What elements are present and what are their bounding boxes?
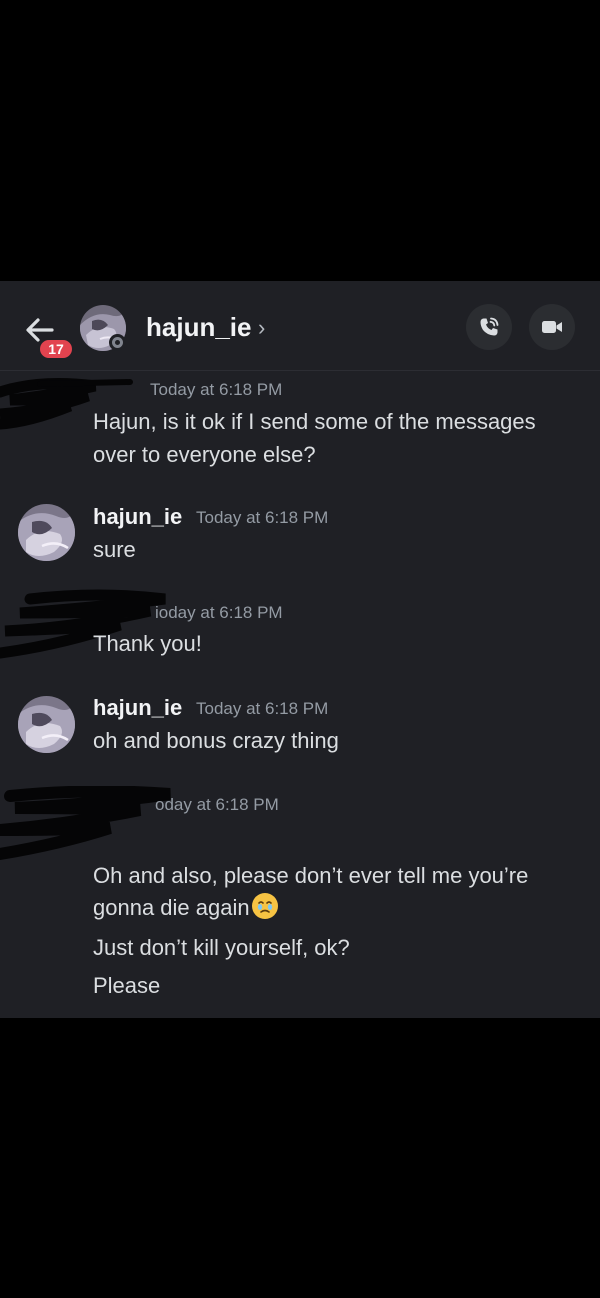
message-timestamp: Today at 6:18 PM	[196, 508, 329, 527]
message-text: oh and bonus crazy thing	[93, 728, 339, 753]
message-text: over to everyone else?	[93, 442, 316, 467]
message-timestamp: ioday at 6:18 PM	[155, 603, 283, 622]
message-author[interactable]: hajun_ie	[93, 504, 182, 530]
message-text: Please	[93, 973, 161, 998]
unread-badge: 17	[38, 338, 74, 360]
chat-screen: 17 hajun_ie › Today at 6:18 PM Hajun, is…	[0, 281, 600, 1018]
message-text: gonna die again	[93, 895, 250, 920]
message-text: Thank you!	[93, 631, 202, 656]
message-text: Just don’t kill yourself, ok?	[93, 935, 350, 960]
video-camera-icon	[542, 321, 562, 333]
video-call-button[interactable]	[529, 304, 575, 350]
chat-header: 17 hajun_ie ›	[0, 281, 600, 371]
message-timestamp: Today at 6:18 PM	[150, 380, 283, 399]
status-indicator	[109, 334, 126, 351]
message-text: Oh and also, please don’t ever tell me y…	[93, 863, 529, 888]
message-author[interactable]: hajun_ie	[93, 695, 182, 721]
voice-call-button[interactable]	[466, 304, 512, 350]
chevron-right-icon[interactable]: ›	[258, 315, 265, 341]
face-holding-back-tears-icon	[251, 893, 278, 919]
avatar[interactable]	[18, 504, 75, 561]
message-text-with-emoji: gonna die again	[93, 891, 279, 924]
message-text: sure	[93, 537, 136, 562]
message-text: Hajun, is it ok if I send some of the me…	[93, 409, 536, 434]
redaction-scribble	[0, 786, 171, 860]
avatar[interactable]	[18, 696, 75, 753]
phone-call-icon	[480, 317, 499, 336]
message-timestamp: oday at 6:18 PM	[155, 795, 279, 814]
message-timestamp: Today at 6:18 PM	[196, 699, 329, 718]
chat-username[interactable]: hajun_ie	[146, 312, 251, 343]
